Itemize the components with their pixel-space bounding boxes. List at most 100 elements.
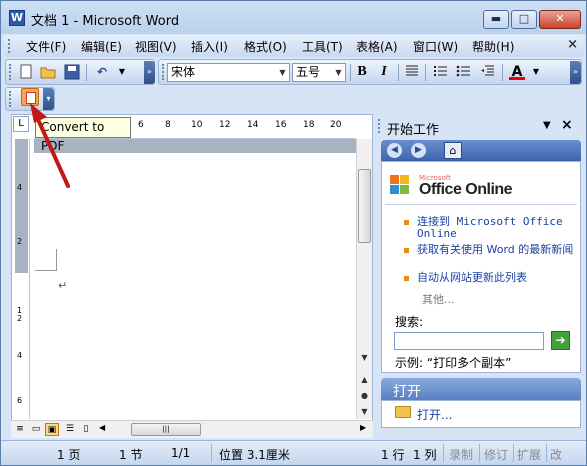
forward-icon[interactable]: ▶ — [411, 143, 426, 158]
font-color-button[interactable]: A — [509, 64, 525, 80]
status-record[interactable]: 录制 — [449, 446, 473, 463]
bullet-icon — [404, 276, 409, 281]
align-justify-icon[interactable] — [404, 64, 420, 80]
menu-view[interactable]: 视图(V) — [135, 38, 177, 55]
toolbar-separator — [502, 64, 503, 81]
ruler-tick: 14 — [247, 120, 259, 130]
toolbar-grip[interactable] — [9, 64, 12, 80]
print-view-icon[interactable]: ▣ — [45, 423, 59, 436]
previous-page-icon[interactable]: ▲ — [357, 373, 372, 387]
menu-window[interactable]: 窗口(W) — [413, 38, 458, 55]
task-pane-menu-icon[interactable]: ▼ — [543, 120, 551, 131]
logo-square — [390, 185, 399, 194]
menu-format[interactable]: 格式(O) — [244, 38, 287, 55]
select-browse-object-icon[interactable]: ● — [357, 389, 372, 403]
chevron-down-icon[interactable]: ▼ — [276, 64, 289, 81]
menu-edit[interactable]: 编辑(E) — [81, 38, 122, 55]
status-column: 1 列 — [413, 448, 437, 462]
close-button[interactable]: ✕ — [539, 10, 581, 29]
normal-view-icon[interactable]: ≡ — [13, 423, 27, 436]
outline-view-icon[interactable]: ☰ — [63, 423, 77, 436]
scroll-thumb[interactable] — [358, 169, 371, 243]
font-size-value: 五号 — [296, 65, 321, 79]
save-icon[interactable] — [64, 64, 80, 80]
link-latest-news[interactable]: 获取有关使用 Word 的最新新闻 — [417, 244, 577, 256]
next-page-icon[interactable]: ▼ — [357, 405, 372, 419]
undo-icon[interactable]: ↶ — [94, 64, 110, 80]
scroll-right-icon[interactable]: ▶ — [360, 423, 366, 432]
chevron-down-icon[interactable]: ▼ — [332, 64, 345, 81]
close-document-button[interactable]: × — [567, 37, 578, 52]
status-separator — [513, 444, 514, 462]
vertical-scrollbar[interactable]: ▼ ▲ ● ▼ — [356, 139, 372, 419]
open-section-body — [381, 400, 581, 428]
open-file-link[interactable]: 打开... — [417, 406, 452, 423]
menu-insert[interactable]: 插入(I) — [191, 38, 228, 55]
status-page: 1 页 — [57, 448, 81, 462]
font-size-select[interactable]: 五号 ▼ — [292, 63, 346, 82]
decrease-indent-icon[interactable] — [479, 64, 495, 80]
horizontal-scroll-thumb[interactable]: ||| — [131, 423, 201, 436]
scroll-left-icon[interactable]: ◀ — [99, 423, 105, 432]
search-go-icon[interactable]: ➔ — [551, 331, 570, 350]
search-input[interactable] — [394, 332, 544, 350]
italic-button[interactable]: I — [376, 64, 392, 80]
toolbar-options-icon[interactable]: » — [570, 61, 581, 84]
scroll-down-icon[interactable]: ▼ — [357, 351, 372, 365]
open-section-header: 打开 — [381, 378, 581, 400]
link-connect-office-online[interactable]: 连接到 Microsoft Office Online — [417, 216, 577, 240]
word-window: W 文档 1 - Microsoft Word ▬ □ ✕ 文件(F) 编辑(E… — [0, 0, 587, 466]
horizontal-scrollbar-row: ≡ ▭ ▣ ☰ ▯ ◀ ||| ▶ — [11, 420, 373, 438]
reading-view-icon[interactable]: ▯ — [79, 423, 93, 436]
more-link[interactable]: 其他... — [422, 291, 455, 307]
menu-tools[interactable]: 工具(T) — [302, 38, 343, 55]
toolbar-grip[interactable] — [162, 64, 165, 80]
status-separator — [211, 444, 212, 462]
font-name-select[interactable]: 宋体 ▼ — [167, 63, 290, 82]
status-bar: 1 页 1 节 1/1 位置 3.1厘米 1 行 1 列 录制 修订 扩展 改 — [1, 440, 586, 465]
folder-icon — [395, 406, 411, 418]
paragraph-mark-icon: ↵ — [58, 279, 68, 292]
web-view-icon[interactable]: ▭ — [29, 423, 43, 436]
status-separator — [443, 444, 444, 462]
home-icon[interactable]: ⌂ — [444, 142, 462, 159]
office-online-logo[interactable]: Microsoft Office Online — [390, 171, 518, 201]
menu-table[interactable]: 表格(A) — [356, 38, 398, 55]
font-color-dropdown-icon[interactable]: ▼ — [528, 64, 544, 80]
status-overtype[interactable]: 改 — [550, 446, 562, 463]
bullet-list-icon[interactable] — [455, 64, 471, 80]
task-pane-header: 开始工作 ▼ × — [375, 114, 585, 138]
new-document-icon[interactable] — [18, 64, 34, 80]
ruler-tick: 10 — [191, 120, 203, 130]
toolbar-separator — [425, 64, 426, 81]
task-pane-grip[interactable] — [378, 119, 380, 133]
status-line: 1 行 — [381, 448, 405, 462]
window-title: 文档 1 - Microsoft Word — [31, 14, 180, 29]
bold-button[interactable]: B — [354, 64, 370, 80]
ruler-tick: 4 — [17, 351, 23, 360]
status-separator — [546, 444, 547, 462]
menu-file[interactable]: 文件(F) — [26, 38, 66, 55]
menu-grip[interactable] — [8, 39, 11, 53]
status-revision[interactable]: 修订 — [484, 446, 508, 463]
open-folder-icon[interactable] — [40, 64, 56, 80]
toolbar-options-icon[interactable]: » — [144, 61, 155, 84]
logo-square — [400, 185, 409, 194]
back-icon[interactable]: ◀ — [387, 143, 402, 158]
minimize-button[interactable]: ▬ — [483, 10, 509, 29]
open-section-title: 打开 — [393, 384, 421, 400]
undo-dropdown-icon[interactable]: ▼ — [114, 64, 130, 80]
task-pane-title: 开始工作 — [387, 123, 440, 138]
ruler-tick: 2 — [17, 237, 23, 246]
formatting-toolbar: 宋体 ▼ 五号 ▼ B I A ▼ » — [158, 59, 582, 85]
task-pane-close-icon[interactable]: × — [561, 117, 573, 133]
numbered-list-icon[interactable] — [432, 64, 448, 80]
menu-help[interactable]: 帮助(H) — [472, 38, 514, 55]
maximize-button[interactable]: □ — [511, 10, 537, 29]
status-extend[interactable]: 扩展 — [517, 446, 541, 463]
ruler-tick: 6 — [138, 120, 144, 130]
ruler-tick: 12 — [219, 120, 231, 130]
toolbar-separator — [398, 64, 399, 81]
link-auto-update-list[interactable]: 自动从网站更新此列表 — [417, 272, 577, 284]
toolbar-grip[interactable] — [9, 91, 12, 107]
